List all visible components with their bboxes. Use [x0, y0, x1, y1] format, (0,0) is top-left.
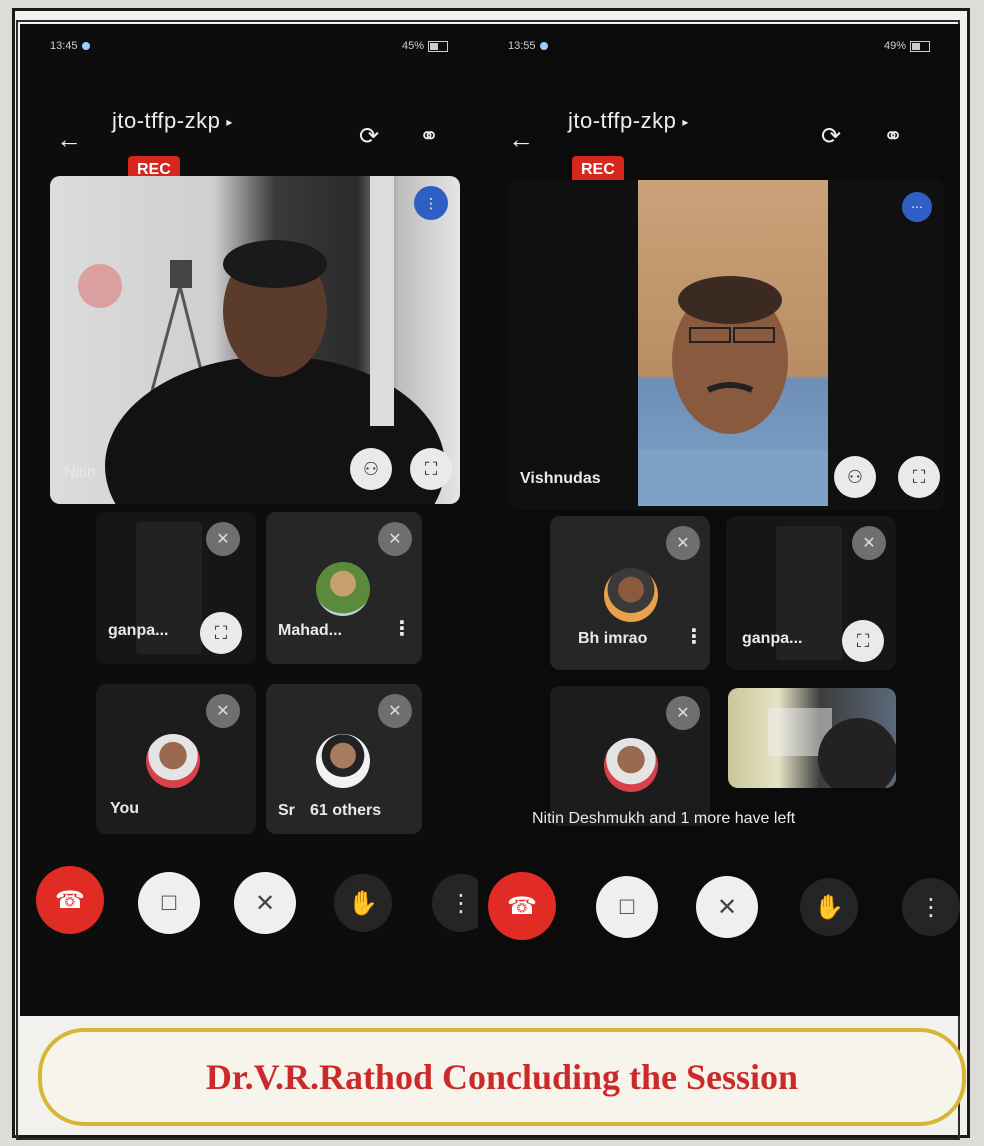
participant-name: ganpa... — [742, 630, 803, 647]
pin-icon[interactable]: ⚇ — [834, 456, 876, 498]
raise-hand-button[interactable]: ✋ — [334, 874, 392, 932]
others-count: 61 others — [310, 802, 382, 819]
switch-camera-icon[interactable]: ⟳ — [816, 122, 846, 151]
participant-tile[interactable]: ✕ Mahad... ⋮ — [266, 512, 422, 664]
more-options-button[interactable]: ⋮ — [902, 878, 960, 936]
avatar — [316, 734, 370, 788]
status-bar: 13:55 49% — [508, 36, 930, 56]
notification-icon — [81, 42, 90, 51]
mic-off-icon: ✕ — [852, 526, 886, 560]
end-call-button[interactable]: ☎ — [488, 872, 556, 940]
speaking-indicator-icon: ⋯ — [902, 192, 932, 222]
status-time: 13:55 — [508, 40, 536, 52]
notification-icon — [539, 42, 548, 51]
status-battery-text: 45% — [401, 40, 424, 52]
fullscreen-icon[interactable]: ⛶ — [842, 620, 884, 662]
participant-name: You — [110, 800, 140, 817]
audio-output-icon[interactable]: ⚭ — [878, 122, 908, 151]
back-arrow-icon[interactable]: ← — [508, 124, 534, 155]
more-options-icon[interactable]: ⋮ — [392, 616, 412, 641]
avatar — [146, 734, 200, 788]
mic-off-icon: ✕ — [206, 694, 240, 728]
participant-tile[interactable]: ✕ ganpa... ⛶ — [96, 512, 256, 664]
participant-name: ganpa... — [108, 622, 169, 639]
pin-icon[interactable]: ⚇ — [350, 448, 392, 490]
avatar — [316, 562, 370, 616]
more-options-icon[interactable]: ⋮ — [684, 624, 704, 649]
camera-off-button[interactable]: □ — [596, 876, 658, 938]
participant-tile-others[interactable]: ✕ Sr 61 others — [266, 684, 422, 834]
participant-tile[interactable]: ✕ ganpa... ⛶ — [726, 516, 896, 670]
featured-video-tile[interactable]: Vishnudas ⚇ ⛶ ⋯ — [508, 180, 944, 510]
left-notice: Nitin Deshmukh and 1 more have left — [532, 810, 796, 827]
caption-banner: Dr.V.R.Rathod Concluding the Session — [38, 1028, 966, 1126]
right-phone-screen: 13:55 49% ← jto-tffp-zkp ▸ REC ⟳ ⚭ Vishn… — [478, 24, 960, 1016]
speaking-indicator-icon: ⋮ — [414, 186, 448, 220]
call-controls: ☎ □ ✕ ✋ ⋮ — [478, 864, 960, 954]
participant-name: Vishnudas — [520, 470, 601, 487]
meeting-header: ← jto-tffp-zkp ▸ REC ⟳ ⚭ — [478, 80, 960, 190]
mic-off-button[interactable]: ✕ — [696, 876, 758, 938]
avatar — [604, 568, 658, 622]
mic-off-icon: ✕ — [378, 522, 412, 556]
fullscreen-icon[interactable]: ⛶ — [200, 612, 242, 654]
participant-tile[interactable]: ✕ You — [96, 684, 256, 834]
video-frame — [768, 708, 896, 788]
mic-off-icon: ✕ — [206, 522, 240, 556]
battery-icon — [910, 40, 930, 52]
audio-output-icon[interactable]: ⚭ — [414, 122, 444, 151]
mic-off-icon: ✕ — [666, 526, 700, 560]
fullscreen-icon[interactable]: ⛶ — [898, 456, 940, 498]
call-controls: ☎ □ ✕ ✋ ⋮ — [20, 864, 490, 954]
meeting-code[interactable]: jto-tffp-zkp ▸ — [568, 108, 689, 134]
end-call-button[interactable]: ☎ — [36, 866, 104, 934]
back-arrow-icon[interactable]: ← — [56, 124, 82, 155]
participant-name: Sr — [278, 802, 295, 819]
raise-hand-button[interactable]: ✋ — [800, 878, 858, 936]
status-battery-text: 49% — [883, 40, 906, 52]
video-frame — [638, 180, 828, 506]
switch-camera-icon[interactable]: ⟳ — [354, 122, 384, 151]
mic-off-icon: ✕ — [378, 694, 412, 728]
fullscreen-icon[interactable]: ⛶ — [410, 448, 452, 490]
participant-name: Bh imrao — [578, 630, 648, 647]
participant-video-tile[interactable] — [728, 688, 896, 788]
participant-tile[interactable]: ✕ — [550, 686, 710, 826]
meeting-header: ← jto-tffp-zkp ▸ REC ⟳ ⚭ — [20, 80, 478, 190]
caption-text: Dr.V.R.Rathod Concluding the Session — [205, 1057, 799, 1097]
video-frame-person — [638, 276, 828, 506]
video-frame-person — [78, 176, 445, 504]
screenshots-container: 13:45 45% ← jto-tffp-zkp▸ REC ⟳ ⚭ Nitin — [20, 24, 960, 1016]
participant-name: Nitin — [64, 464, 97, 481]
meeting-code[interactable]: jto-tffp-zkp ▸ — [112, 108, 233, 134]
left-phone-screen: 13:45 45% ← jto-tffp-zkp▸ REC ⟳ ⚭ Nitin — [20, 24, 490, 1016]
status-bar: 13:45 45% — [50, 36, 448, 56]
battery-icon — [428, 40, 448, 52]
avatar — [604, 738, 658, 792]
featured-video-tile[interactable]: Nitin ⚇ ⛶ ⋮ — [50, 176, 460, 504]
participant-tile[interactable]: ✕ Bh imrao ⋮ — [550, 516, 710, 670]
status-time: 13:45 — [50, 40, 78, 52]
camera-off-button[interactable]: □ — [138, 872, 200, 934]
mic-off-button[interactable]: ✕ — [234, 872, 296, 934]
mic-off-icon: ✕ — [666, 696, 700, 730]
participant-name: Mahad... — [278, 622, 343, 639]
